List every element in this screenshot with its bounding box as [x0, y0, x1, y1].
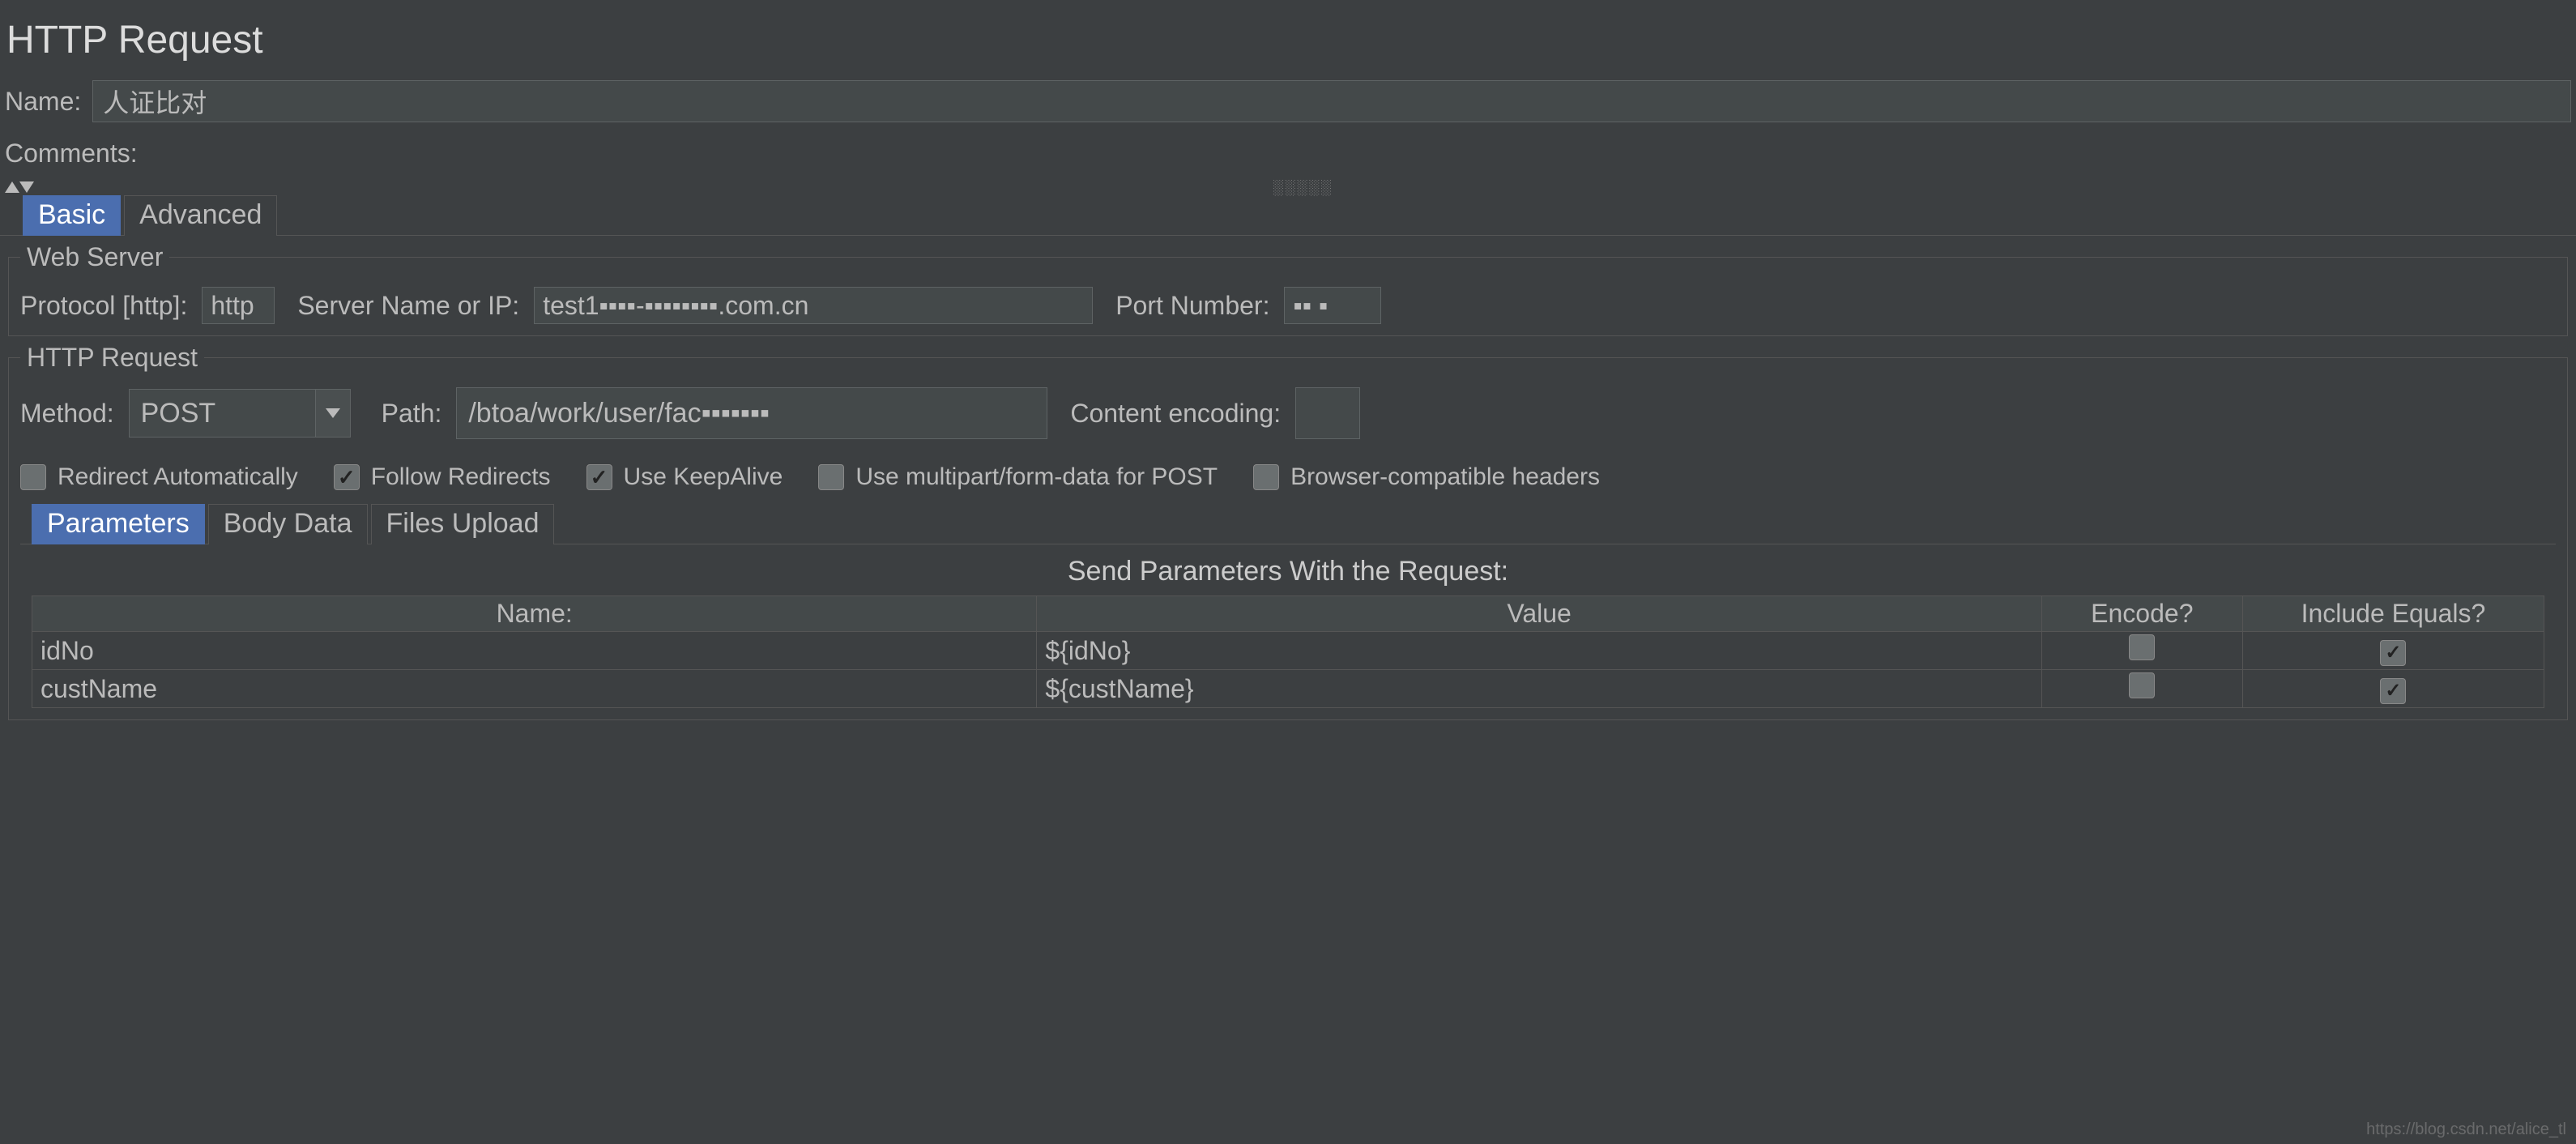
method-select-value: POST	[129, 389, 315, 438]
encode-checkbox[interactable]	[2129, 672, 2155, 698]
path-input[interactable]	[456, 387, 1047, 439]
split-handle[interactable]: ░░░░░	[0, 179, 2576, 195]
name-label: Name:	[5, 87, 81, 117]
redirect-automatically-label[interactable]: Redirect Automatically	[58, 463, 298, 491]
param-name-cell[interactable]: idNo	[32, 632, 1037, 670]
http-request-legend: HTTP Request	[20, 343, 204, 373]
param-value-cell[interactable]: ${idNo}	[1037, 632, 2041, 670]
col-header-value[interactable]: Value	[1037, 596, 2041, 632]
tab-basic[interactable]: Basic	[23, 195, 121, 236]
param-value-cell[interactable]: ${custName}	[1037, 670, 2041, 708]
params-table: Name: Value Encode? Include Equals? idNo…	[32, 595, 2544, 708]
protocol-input[interactable]	[202, 287, 275, 324]
param-name-cell[interactable]: custName	[32, 670, 1037, 708]
table-row[interactable]: custName ${custName}	[32, 670, 2544, 708]
comments-label: Comments:	[5, 139, 138, 169]
protocol-label: Protocol [http]:	[20, 291, 187, 321]
tab-advanced[interactable]: Advanced	[124, 195, 277, 236]
use-multipart-checkbox[interactable]	[818, 464, 844, 490]
include-equals-checkbox[interactable]	[2380, 640, 2406, 666]
comments-input[interactable]	[149, 132, 2571, 174]
encode-checkbox[interactable]	[2129, 634, 2155, 660]
http-request-group: HTTP Request Method: POST Path: Content …	[8, 343, 2568, 720]
browser-compat-headers-checkbox[interactable]	[1253, 464, 1279, 490]
port-number-input[interactable]	[1284, 287, 1381, 324]
watermark-text: https://blog.csdn.net/alice_tl	[2366, 1121, 2566, 1139]
col-header-include-equals[interactable]: Include Equals?	[2242, 596, 2544, 632]
web-server-legend: Web Server	[20, 242, 169, 272]
content-encoding-input[interactable]	[1295, 387, 1360, 439]
content-encoding-label: Content encoding:	[1070, 399, 1281, 429]
col-header-name[interactable]: Name:	[32, 596, 1037, 632]
chevron-down-icon	[326, 408, 340, 418]
method-select[interactable]: POST	[129, 389, 351, 438]
browser-compat-headers-label[interactable]: Browser-compatible headers	[1290, 463, 1600, 491]
chevron-up-icon	[5, 181, 19, 193]
name-input[interactable]	[92, 80, 2571, 122]
use-keepalive-label[interactable]: Use KeepAlive	[624, 463, 783, 491]
path-label: Path:	[382, 399, 442, 429]
table-row[interactable]: idNo ${idNo}	[32, 632, 2544, 670]
tab-files-upload[interactable]: Files Upload	[371, 504, 555, 544]
use-keepalive-checkbox[interactable]	[586, 464, 612, 490]
chevron-down-icon	[19, 181, 34, 193]
server-name-input[interactable]	[534, 287, 1093, 324]
follow-redirects-label[interactable]: Follow Redirects	[371, 463, 551, 491]
follow-redirects-checkbox[interactable]	[334, 464, 360, 490]
tab-body-data[interactable]: Body Data	[208, 504, 368, 544]
tab-parameters[interactable]: Parameters	[32, 504, 205, 544]
web-server-group: Web Server Protocol [http]: Server Name …	[8, 242, 2568, 336]
redirect-automatically-checkbox[interactable]	[20, 464, 46, 490]
grip-icon: ░░░░░	[34, 179, 2571, 196]
col-header-encode[interactable]: Encode?	[2041, 596, 2242, 632]
use-multipart-label[interactable]: Use multipart/form-data for POST	[855, 463, 1218, 491]
param-tabs: Parameters Body Data Files Upload	[20, 504, 2556, 544]
params-section-title: Send Parameters With the Request:	[20, 544, 2556, 595]
port-number-label: Port Number:	[1115, 291, 1269, 321]
panel-title: HTTP Request	[0, 0, 2576, 75]
method-label: Method:	[20, 399, 114, 429]
method-dropdown-button[interactable]	[315, 389, 351, 438]
server-name-label: Server Name or IP:	[297, 291, 519, 321]
main-tabs: Basic Advanced	[0, 195, 2576, 236]
include-equals-checkbox[interactable]	[2380, 678, 2406, 704]
